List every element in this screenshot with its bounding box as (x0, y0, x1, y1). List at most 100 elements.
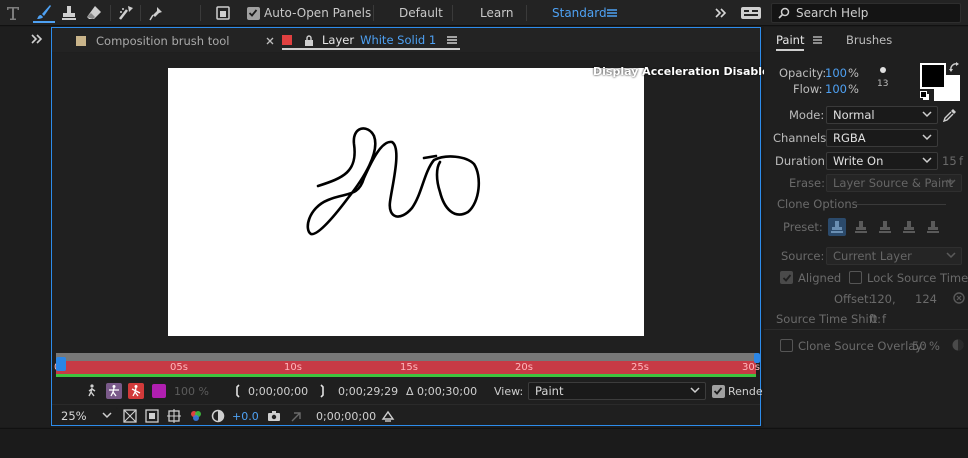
work-area-end-handle[interactable] (754, 353, 760, 363)
flow-value[interactable]: 100 (825, 82, 847, 96)
cache-indicator-bar (56, 374, 756, 377)
lock-icon[interactable] (304, 34, 314, 46)
lock-source-time-checkbox[interactable] (849, 271, 862, 287)
set-out-point-icon[interactable] (314, 383, 330, 399)
current-time-indicator[interactable] (56, 357, 66, 371)
offset-separator: , (892, 292, 896, 306)
brush-size-readout: 13 (877, 79, 889, 89)
offset-y-value[interactable]: 124 (915, 292, 937, 306)
puppet-pin-tool-icon[interactable] (146, 3, 168, 23)
work-area-bar[interactable] (56, 353, 756, 361)
lock-source-time-label: Lock Source Time (867, 271, 968, 285)
clone-source-overlay-value[interactable]: 50 (912, 339, 927, 353)
tab-layer[interactable]: Layer White Solid 1 (282, 32, 461, 50)
auto-open-panels-checkbox[interactable] (245, 3, 261, 23)
clone-options-divider (856, 204, 946, 205)
difference-mode-icon[interactable] (951, 338, 965, 355)
tab-brushes[interactable]: Brushes (846, 33, 892, 47)
foreground-color-swatch[interactable] (920, 63, 946, 89)
search-help-input[interactable]: Search Help (771, 3, 961, 23)
zoom-value: 25% (61, 409, 87, 423)
clone-preset-4-icon[interactable] (900, 218, 918, 236)
paint-panel-menu-icon[interactable] (812, 35, 823, 48)
flow-percent: % (848, 82, 859, 96)
clone-source-overlay-percent: % (929, 339, 940, 353)
tab-paint[interactable]: Paint (776, 33, 805, 51)
layer-time-ruler[interactable]: 0s 05s 10s 15s 20s 25s 30s (54, 353, 760, 377)
paint-canvas[interactable] (168, 68, 644, 336)
reset-exposure-icon[interactable] (380, 408, 396, 424)
keyboard-shortcuts-icon[interactable] (739, 3, 763, 23)
top-toolbar: Auto-Open Panels Default Learn Standard … (0, 0, 968, 26)
more-workspaces-icon[interactable] (712, 3, 730, 23)
channels-dropdown[interactable]: RGBA (826, 129, 938, 147)
layer-color-label-icon[interactable] (152, 384, 166, 398)
clone-source-overlay-checkbox[interactable] (780, 339, 793, 355)
workspace-default[interactable]: Default (399, 6, 443, 20)
brush-tool-icon[interactable] (33, 3, 55, 23)
mode-dropdown[interactable]: Normal (826, 106, 938, 124)
panel-toggle-icon[interactable] (214, 3, 232, 23)
display-acceleration-notice: Display Acceleration Disabled (593, 65, 778, 78)
duration-dropdown[interactable]: Write On (826, 152, 938, 170)
channels-icon[interactable] (188, 408, 204, 424)
exposure-value[interactable]: +0.0 (232, 410, 259, 423)
duration-frames-unit: f (959, 154, 964, 168)
clone-preset-1-icon[interactable] (828, 218, 846, 236)
out-point-time[interactable]: 0;00;29;29 (338, 385, 398, 398)
layer-controls-row: 100 % 0;00;00;00 0;00;29;29 Δ 0;00;30;00… (52, 380, 763, 402)
clone-preset-2-icon[interactable] (852, 218, 870, 236)
clone-stamp-tool-icon[interactable] (58, 3, 80, 23)
current-time-readout[interactable]: 0;00;00;00 (316, 410, 376, 423)
in-point-time[interactable]: 0;00;00;00 (248, 385, 308, 398)
opacity-value[interactable]: 100 (825, 66, 847, 80)
tab-composition[interactable]: Composition brush tool (76, 32, 230, 50)
fit-resolution-icon[interactable] (122, 408, 138, 424)
view-dropdown[interactable]: Paint (528, 382, 706, 400)
eyedropper-icon[interactable] (942, 107, 958, 126)
snapshot-icon[interactable] (266, 408, 282, 424)
workspace-standard[interactable]: Standard (552, 6, 607, 20)
duration-frames[interactable]: 15 (942, 154, 957, 168)
clone-preset-5-icon[interactable] (924, 218, 942, 236)
transparency-grid-icon[interactable] (166, 408, 182, 424)
motion-blur-icon[interactable] (106, 383, 122, 399)
reset-offset-icon[interactable] (952, 291, 966, 308)
clone-preset-3-icon[interactable] (876, 218, 894, 236)
brush-tip-preview[interactable] (880, 67, 886, 73)
flow-label: Flow: (793, 82, 823, 96)
region-of-interest-icon[interactable] (144, 408, 160, 424)
mode-label: Mode: (789, 108, 825, 122)
roto-brush-tool-icon[interactable] (115, 3, 137, 23)
aligned-checkbox[interactable] (780, 271, 793, 286)
eraser-tool-icon[interactable] (83, 3, 105, 23)
source-dropdown[interactable]: Current Layer (826, 247, 962, 265)
tab-layer-prefix: Layer (322, 33, 355, 47)
workspace-learn[interactable]: Learn (480, 6, 514, 20)
source-time-shift-label: Source Time Shift: (776, 312, 881, 326)
workspace-menu-icon[interactable] (604, 3, 620, 23)
exposure-reset-icon[interactable] (210, 408, 226, 424)
default-colors-icon[interactable] (920, 91, 930, 104)
chevron-down-icon (921, 154, 933, 169)
draft-3d-icon[interactable] (128, 383, 144, 399)
source-time-shift-value[interactable]: 0 (870, 312, 877, 326)
tab-menu-icon[interactable] (446, 35, 458, 45)
show-snapshot-icon[interactable] (288, 408, 304, 424)
type-tool-icon[interactable] (4, 3, 22, 23)
auto-open-panels-label: Auto-Open Panels (264, 6, 372, 20)
render-checkbox[interactable] (710, 383, 726, 399)
preset-label: Preset: (783, 220, 823, 234)
expand-panels-icon[interactable] (31, 33, 43, 48)
magnification-dropdown[interactable]: 25% (54, 407, 118, 425)
layer-viewer-panel: Composition brush tool Layer White Solid… (51, 27, 777, 426)
close-tab-icon[interactable] (266, 32, 274, 50)
swap-colors-icon[interactable] (949, 62, 960, 76)
chevron-down-icon (945, 249, 957, 264)
offset-label: Offset: (834, 292, 873, 306)
offset-x-value[interactable]: 120 (870, 292, 892, 306)
erase-dropdown[interactable]: Layer Source & Paint (826, 174, 962, 192)
set-in-point-icon[interactable] (230, 383, 246, 399)
walking-man-icon[interactable] (84, 383, 100, 399)
layer-viewer[interactable]: Display Acceleration Disabled (52, 53, 777, 353)
